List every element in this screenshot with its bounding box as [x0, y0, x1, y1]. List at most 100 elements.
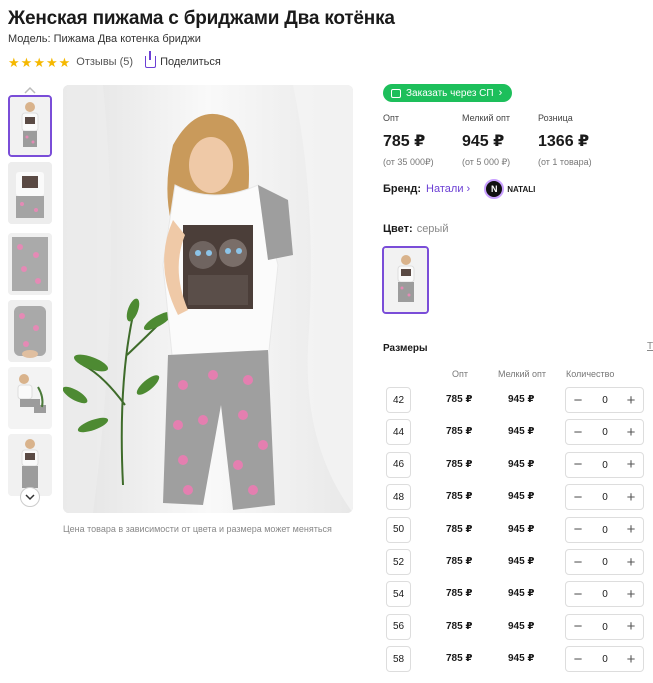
- size-opt-price: 785 ₽: [446, 426, 473, 438]
- quantity-value[interactable]: 0: [596, 427, 614, 438]
- cart-icon: [391, 88, 401, 98]
- plus-icon[interactable]: +: [622, 423, 640, 441]
- size-small-opt-price: 945 ₽: [508, 523, 535, 535]
- color-label: Цвет:: [383, 223, 413, 235]
- size-small-opt-price: 945 ₽: [508, 556, 535, 567]
- col-header-opt: Опт: [452, 369, 468, 379]
- plus-icon[interactable]: +: [622, 456, 640, 474]
- size-small-opt-price: 945 ₽: [508, 620, 535, 632]
- product-model: Модель: Пижама Два котенка бриджи: [8, 33, 201, 45]
- size-row: 50 785 ₽ 945 ₽ −0 +: [386, 516, 653, 543]
- price-value: 785 ₽: [383, 133, 426, 150]
- quantity-stepper: −0 +: [565, 516, 644, 543]
- size-opt-price: 785 ₽: [446, 556, 473, 567]
- thumbnail-4[interactable]: [8, 300, 52, 362]
- price-small-opt: Мелкий опт 945 ₽ (от 5 000 ₽): [462, 113, 510, 168]
- price-label: Розница: [538, 113, 573, 123]
- size-opt-price: 785 ₽: [446, 523, 473, 535]
- plus-icon[interactable]: +: [622, 391, 640, 409]
- plus-icon[interactable]: +: [622, 585, 640, 603]
- size-row: 56 785 ₽ 945 ₽ −0 +: [386, 613, 653, 640]
- brand-label: Бренд:: [383, 183, 422, 195]
- order-sp-button[interactable]: Заказать через СП ›: [383, 84, 513, 102]
- minus-icon[interactable]: −: [569, 553, 587, 571]
- quantity-value[interactable]: 0: [596, 622, 614, 633]
- quantity-value[interactable]: 0: [596, 460, 614, 471]
- share-button[interactable]: Поделиться: [145, 51, 221, 68]
- size-chart-link[interactable]: Т: [647, 341, 653, 352]
- minus-icon[interactable]: −: [569, 585, 587, 603]
- quantity-value[interactable]: 0: [596, 589, 614, 600]
- price-value: 945 ₽: [462, 133, 505, 150]
- minus-icon[interactable]: −: [569, 618, 587, 636]
- size-small-opt-price: 945 ₽: [508, 653, 535, 665]
- size-small-opt-price: 945 ₽: [508, 394, 535, 405]
- minus-icon[interactable]: −: [569, 391, 587, 409]
- size-label: 48: [386, 484, 411, 511]
- plus-icon[interactable]: +: [622, 553, 640, 571]
- size-row: 46 785 ₽ 945 ₽ −0 +: [386, 451, 653, 478]
- order-sp-label: Заказать через СП: [406, 87, 494, 99]
- size-row: 48 785 ₽ 945 ₽ −0 +: [386, 484, 653, 511]
- size-row: 58 785 ₽ 945 ₽ −0 +: [386, 646, 653, 673]
- col-header-small-opt: Мелкий опт: [498, 369, 547, 379]
- quantity-stepper: −0 +: [565, 549, 644, 575]
- size-label: 50: [386, 516, 411, 543]
- plus-icon[interactable]: +: [622, 618, 640, 636]
- price-condition: (от 35 000₽): [383, 157, 434, 167]
- quantity-stepper: −0 +: [565, 646, 644, 673]
- quantity-stepper: −0 +: [565, 387, 644, 413]
- quantity-value[interactable]: 0: [596, 525, 614, 536]
- quantity-value[interactable]: 0: [596, 492, 614, 503]
- thumbnail-5[interactable]: [8, 367, 52, 429]
- plus-icon[interactable]: +: [622, 521, 640, 539]
- thumbnail-2[interactable]: [8, 162, 52, 224]
- minus-icon[interactable]: −: [569, 488, 587, 506]
- size-row: 42 785 ₽ 945 ₽ −0 +: [386, 387, 653, 413]
- price-label: Мелкий опт: [462, 113, 511, 123]
- quantity-value[interactable]: 0: [596, 654, 614, 665]
- size-opt-price: 785 ₽: [446, 394, 473, 405]
- size-opt-price: 785 ₽: [446, 588, 473, 600]
- sizes-title: Размеры: [383, 343, 428, 354]
- plus-icon[interactable]: +: [622, 488, 640, 506]
- quantity-stepper: −0 +: [565, 613, 644, 640]
- minus-icon[interactable]: −: [569, 650, 587, 668]
- price-condition: (от 1 товара): [538, 157, 592, 167]
- rating-row: ★ ★ ★ ★ ★ Отзывы (5) Поделиться: [8, 51, 221, 70]
- minus-icon[interactable]: −: [569, 456, 587, 474]
- size-label: 46: [386, 451, 411, 478]
- quantity-value[interactable]: 0: [596, 395, 614, 406]
- price-disclaimer: Цена товара в зависимости от цвета и раз…: [63, 524, 332, 534]
- brand-logo[interactable]: N: [484, 179, 505, 199]
- brand-row: Бренд: Натали › N NATALI: [383, 179, 535, 199]
- size-label: 56: [386, 613, 411, 640]
- thumbnail-1[interactable]: [8, 95, 52, 157]
- thumbnails-scroll-down-button[interactable]: [20, 487, 40, 507]
- quantity-stepper: −0 +: [565, 581, 644, 608]
- size-row: 44 785 ₽ 945 ₽ −0 +: [386, 419, 653, 446]
- main-product-image[interactable]: [63, 85, 353, 513]
- minus-icon[interactable]: −: [569, 521, 587, 539]
- color-swatch-grey[interactable]: [382, 246, 429, 314]
- price-condition: (от 5 000 ₽): [462, 157, 511, 167]
- share-label: Поделиться: [160, 56, 221, 68]
- price-value: 1366 ₽: [538, 133, 590, 150]
- thumbnail-3[interactable]: [8, 233, 52, 295]
- size-opt-price: 785 ₽: [446, 653, 473, 665]
- price-label: Опт: [383, 113, 399, 123]
- size-opt-price: 785 ₽: [446, 491, 473, 503]
- star-icon: ★: [58, 54, 71, 70]
- plus-icon[interactable]: +: [622, 650, 640, 668]
- minus-icon[interactable]: −: [569, 423, 587, 441]
- product-title: Женская пижама с бриджами Два котёнка: [8, 8, 395, 29]
- quantity-value[interactable]: 0: [596, 557, 614, 568]
- reviews-link[interactable]: Отзывы (5): [76, 56, 133, 68]
- share-icon: [145, 51, 157, 68]
- size-row: 52 785 ₽ 945 ₽ −0 +: [386, 549, 653, 575]
- col-header-quantity: Количество: [566, 369, 615, 379]
- color-row: Цвет: серый: [383, 223, 448, 235]
- size-small-opt-price: 945 ₽: [508, 491, 535, 503]
- size-label: 54: [386, 581, 411, 608]
- brand-link[interactable]: Натали ›: [426, 183, 470, 195]
